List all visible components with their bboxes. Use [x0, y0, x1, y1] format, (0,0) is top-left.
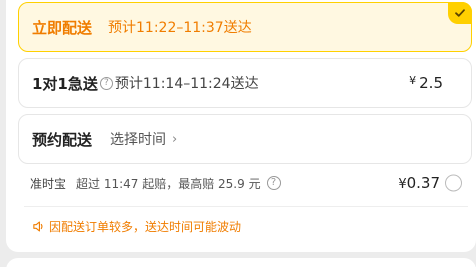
on-time-insurance-row[interactable]: 准时宝 超过 11:47 起赔，最高赔 25.9 元 ? ¥0.37 — [30, 170, 466, 196]
instant-delivery-label: 立即配送 — [32, 18, 93, 37]
insurance-description: 超过 11:47 起赔，最高赔 25.9 元 — [76, 176, 261, 191]
insurance-price: ¥0.37 — [398, 174, 440, 192]
select-time-label: 选择时间 — [110, 132, 167, 148]
currency-symbol: ¥ — [398, 177, 407, 192]
divider — [24, 206, 468, 207]
insurance-radio[interactable] — [445, 174, 462, 192]
question-circle-icon[interactable]: ? — [99, 76, 113, 90]
scheduled-delivery-label: 预约配送 — [32, 130, 93, 149]
price-value: 0.37 — [406, 174, 440, 192]
question-circle-icon[interactable]: ? — [266, 176, 281, 190]
express-delivery-option[interactable]: 1对1急送 ? 预计11:14–11:24送达 ¥ 2.5 — [18, 58, 472, 108]
next-section-card — [6, 258, 476, 267]
delivery-options-panel: 立即配送 预计11:22–11:37送达 1对1急送 ? 预计11:14–11:… — [6, 0, 476, 252]
selected-check-icon — [448, 2, 472, 24]
express-delivery-eta: 预计11:14–11:24送达 — [114, 76, 259, 92]
scheduled-delivery-option[interactable]: 预约配送 选择时间 › — [18, 114, 472, 164]
instant-delivery-eta: 预计11:22–11:37送达 — [108, 20, 252, 36]
price-value: 2.5 — [419, 74, 443, 92]
delivery-notice: 因配送订单较多，送达时间可能波动 — [32, 216, 241, 236]
instant-delivery-option[interactable]: 立即配送 预计11:22–11:37送达 — [18, 2, 472, 52]
currency-symbol: ¥ — [409, 74, 417, 87]
notice-text: 因配送订单较多，送达时间可能波动 — [49, 219, 242, 234]
chevron-right-icon: › — [172, 131, 178, 147]
select-time-button[interactable]: 选择时间 › — [110, 129, 177, 149]
express-delivery-label: 1对1急送 — [32, 74, 98, 93]
express-delivery-price: ¥ 2.5 — [409, 74, 443, 92]
speaker-icon — [33, 220, 43, 232]
insurance-name: 准时宝 — [30, 176, 67, 191]
